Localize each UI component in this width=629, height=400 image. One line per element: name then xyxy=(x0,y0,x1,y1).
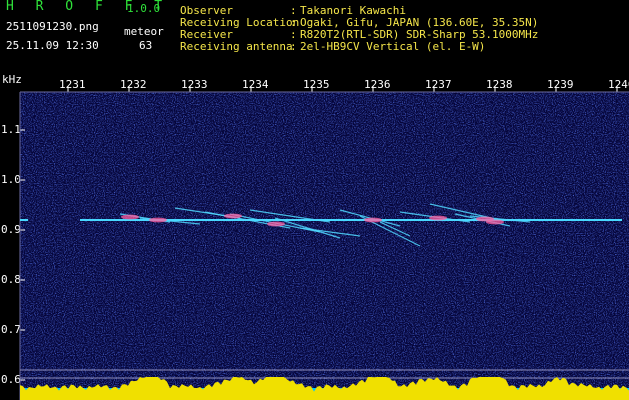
echo-hotspot xyxy=(364,217,382,223)
echo-hotspot xyxy=(224,213,242,219)
spectrogram-noise xyxy=(20,92,629,400)
echo-hotspot xyxy=(486,219,504,225)
echo-hotspot xyxy=(121,214,139,220)
echo-hotspot xyxy=(429,215,447,221)
echo-hotspot xyxy=(149,217,167,223)
spectrogram xyxy=(19,86,629,400)
echo-hotspot xyxy=(267,221,285,227)
